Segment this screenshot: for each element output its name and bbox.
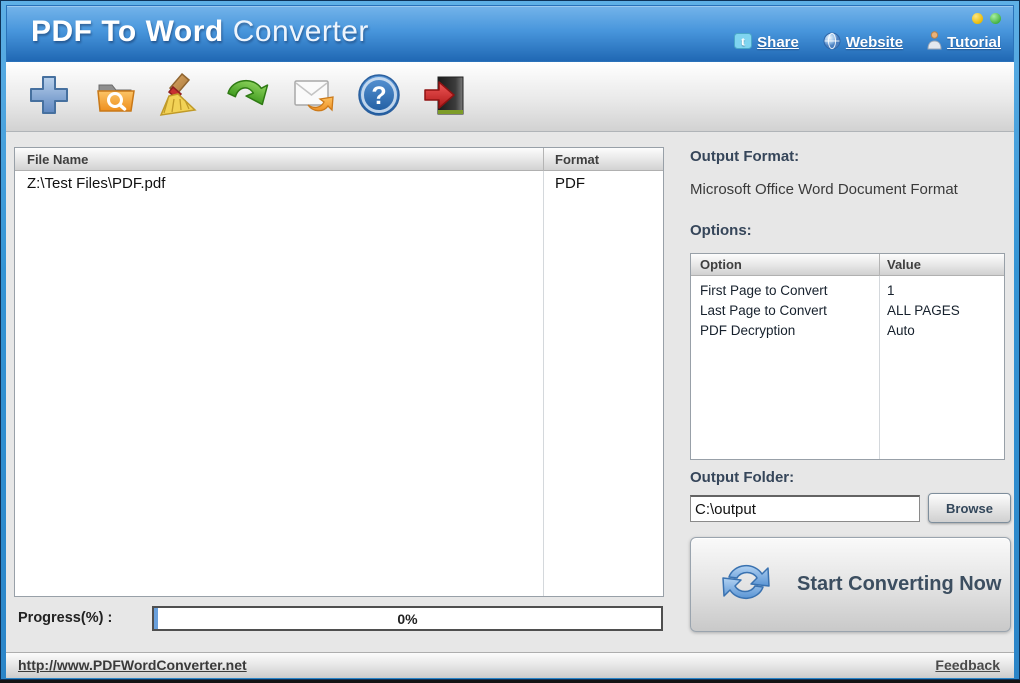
question-icon: ? (356, 72, 402, 121)
app-title: PDF To Word Converter (31, 15, 369, 49)
exit-button[interactable] (420, 70, 470, 124)
progress-value: 0% (397, 610, 418, 627)
help-button[interactable]: ? (354, 70, 404, 124)
file-list-header: File Name Format (15, 148, 663, 171)
output-folder-label: Output Folder: (690, 469, 795, 486)
svg-text:?: ? (371, 82, 386, 110)
feedback-link[interactable]: Feedback (935, 657, 1000, 673)
folder-search-icon (92, 72, 138, 121)
exit-door-icon (422, 72, 468, 121)
progress-bar: 0% (152, 606, 663, 631)
option-value: ALL PAGES (887, 303, 960, 318)
toolbar: ? (6, 62, 1014, 132)
website-link-label: Website (845, 34, 904, 51)
website-link[interactable]: Website (823, 31, 903, 54)
convert-button[interactable] (222, 70, 272, 124)
app-title-secondary: Converter (232, 15, 369, 48)
app-window: PDF To Word Converter t Share Website Tu… (0, 0, 1020, 683)
file-name-cell: Z:\Test Files\PDF.pdf (27, 175, 166, 192)
send-email-button[interactable] (288, 70, 338, 124)
option-value: Auto (887, 323, 915, 338)
option-name: Last Page to Convert (700, 303, 827, 318)
titlebar-links: t Share Website Tutorial (734, 31, 1001, 54)
file-list: File Name Format Z:\Test Files\PDF.pdf P… (14, 147, 664, 597)
options-label: Options: (690, 222, 752, 239)
add-files-button[interactable] (24, 70, 74, 124)
output-folder-input[interactable] (690, 495, 920, 522)
options-table-header: Option Value (691, 254, 1004, 276)
progress-fill (154, 608, 158, 629)
options-header-divider (879, 254, 880, 276)
main-content: File Name Format Z:\Test Files\PDF.pdf P… (6, 132, 1014, 652)
clear-list-button[interactable] (156, 70, 206, 124)
column-header-file-name[interactable]: File Name (27, 152, 88, 167)
svg-text:t: t (741, 33, 746, 48)
plus-icon (26, 72, 72, 121)
file-list-header-divider (543, 148, 544, 171)
share-link-label: Share (757, 34, 799, 51)
website-url-link[interactable]: http://www.PDFWordConverter.net (18, 657, 247, 673)
output-format-label: Output Format: (690, 148, 800, 165)
file-list-column-divider (543, 148, 544, 596)
file-list-row[interactable]: Z:\Test Files\PDF.pdf PDF (15, 171, 663, 197)
option-row-pdf-decryption[interactable]: PDF Decryption Auto (691, 320, 1004, 340)
tutorial-link-label: Tutorial (947, 34, 1001, 51)
window-controls (972, 13, 1001, 24)
progress-label: Progress(%) : (18, 610, 113, 626)
browse-folder-button[interactable]: Browse (928, 493, 1011, 523)
option-row-last-page[interactable]: Last Page to Convert ALL PAGES (691, 300, 1004, 320)
output-format-value: Microsoft Office Word Document Format (690, 181, 958, 198)
option-row-first-page[interactable]: First Page to Convert 1 (691, 280, 1004, 300)
minimize-button[interactable] (972, 13, 983, 24)
person-icon (927, 31, 942, 54)
green-arrow-icon (224, 72, 270, 121)
format-cell: PDF (555, 175, 585, 192)
broom-icon (158, 72, 204, 121)
start-converting-label: Start Converting Now (797, 573, 1002, 595)
tutorial-link[interactable]: Tutorial (927, 31, 1001, 54)
sync-arrows-icon (717, 553, 775, 617)
browse-files-button[interactable] (90, 70, 140, 124)
column-header-format[interactable]: Format (555, 152, 599, 167)
mail-forward-icon (290, 72, 336, 121)
share-link[interactable]: t Share (734, 31, 799, 54)
twitter-icon: t (734, 32, 753, 53)
footer-bar: http://www.PDFWordConverter.net Feedback (6, 652, 1014, 678)
globe-icon (823, 32, 841, 54)
column-header-option[interactable]: Option (700, 257, 742, 272)
option-name: PDF Decryption (700, 323, 796, 338)
option-name: First Page to Convert (700, 283, 828, 298)
app-title-primary: PDF To Word (31, 15, 224, 48)
option-value: 1 (887, 283, 895, 298)
options-table: Option Value First Page to Convert 1 Las… (690, 253, 1005, 460)
close-button[interactable] (990, 13, 1001, 24)
start-converting-button[interactable]: Start Converting Now (690, 537, 1011, 632)
column-header-value[interactable]: Value (887, 257, 921, 272)
title-bar: PDF To Word Converter t Share Website Tu… (6, 5, 1014, 62)
